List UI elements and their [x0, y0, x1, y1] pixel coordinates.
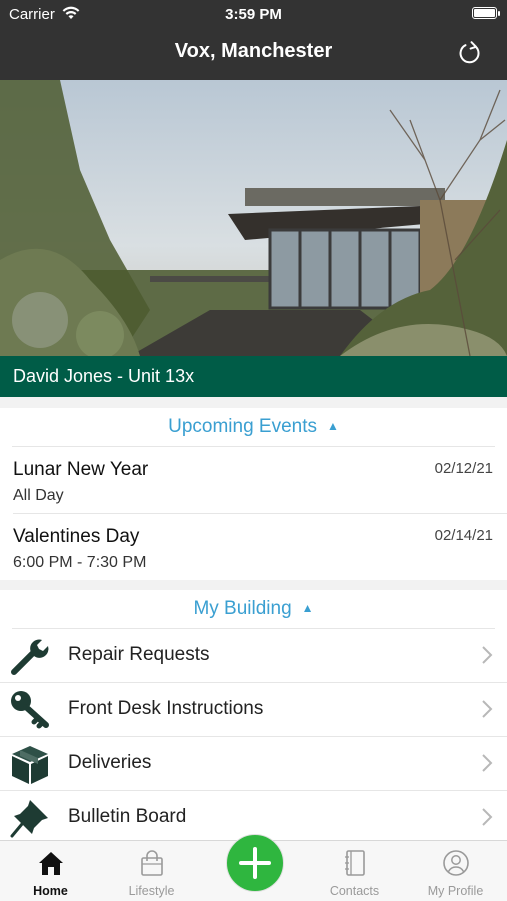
upcoming-events-title: Upcoming Events	[168, 416, 317, 437]
menu-item-repair-requests[interactable]: Repair Requests	[0, 629, 507, 683]
upcoming-events-section: Upcoming Events ▲ Lunar New Year All Day …	[0, 408, 507, 580]
address-book-icon	[344, 850, 365, 876]
status-time: 3:59 PM	[225, 6, 282, 23]
building-photo	[0, 80, 507, 356]
collapse-triangle-icon: ▲	[327, 419, 339, 433]
resident-unit-banner: David Jones - Unit 13x	[0, 356, 507, 397]
menu-item-label: Deliveries	[68, 752, 152, 773]
battery-icon	[472, 7, 497, 19]
menu-item-label: Front Desk Instructions	[68, 698, 264, 719]
chevron-right-icon	[482, 754, 493, 772]
event-date: 02/12/21	[434, 460, 493, 477]
page-title: Vox, Manchester	[174, 40, 333, 62]
collapse-triangle-icon: ▲	[301, 601, 314, 615]
tab-home[interactable]: Home	[0, 841, 101, 901]
menu-item-deliveries[interactable]: Deliveries	[0, 737, 507, 791]
pushpin-icon	[10, 800, 48, 838]
event-row[interactable]: Valentines Day 6:00 PM - 7:30 PM 02/14/2…	[13, 514, 507, 580]
tab-lifestyle[interactable]: Lifestyle	[101, 841, 202, 901]
key-icon	[11, 691, 49, 729]
chevron-right-icon	[482, 646, 493, 664]
my-building-title: My Building	[193, 598, 292, 619]
event-date: 02/14/21	[434, 527, 493, 544]
event-name: Lunar New Year	[13, 459, 149, 480]
navigation-bar: Vox, Manchester	[0, 28, 507, 80]
chevron-right-icon	[482, 808, 493, 826]
tab-label: Home	[33, 884, 68, 898]
event-row[interactable]: Lunar New Year All Day 02/12/21	[13, 447, 507, 514]
event-name: Valentines Day	[13, 526, 140, 547]
wrench-icon	[11, 639, 49, 675]
add-button[interactable]	[226, 834, 284, 892]
tab-label: Lifestyle	[128, 884, 175, 898]
menu-item-front-desk[interactable]: Front Desk Instructions	[0, 683, 507, 737]
shopping-bag-icon	[140, 850, 163, 876]
tab-my-profile[interactable]: My Profile	[405, 841, 506, 901]
my-building-header[interactable]: My Building ▲	[12, 590, 495, 629]
home-icon	[38, 852, 63, 875]
profile-icon	[442, 850, 469, 876]
battery-nub	[498, 11, 500, 16]
tab-contacts[interactable]: Contacts	[304, 841, 405, 901]
refresh-icon[interactable]	[455, 38, 485, 68]
menu-item-label: Repair Requests	[68, 644, 210, 665]
my-building-section: My Building ▲ Repair Requests Front Desk …	[0, 590, 507, 840]
event-time: All Day	[13, 487, 64, 504]
tab-label: My Profile	[427, 884, 484, 898]
plus-icon	[239, 847, 271, 879]
status-bar: Carrier 3:59 PM	[0, 0, 507, 28]
upcoming-events-header[interactable]: Upcoming Events ▲	[12, 408, 495, 447]
package-icon	[12, 746, 48, 784]
resident-unit-label: David Jones - Unit 13x	[13, 366, 195, 386]
chevron-right-icon	[482, 700, 493, 718]
tab-label: Contacts	[329, 884, 380, 898]
menu-item-label: Bulletin Board	[68, 806, 187, 827]
event-time: 6:00 PM - 7:30 PM	[13, 554, 147, 571]
